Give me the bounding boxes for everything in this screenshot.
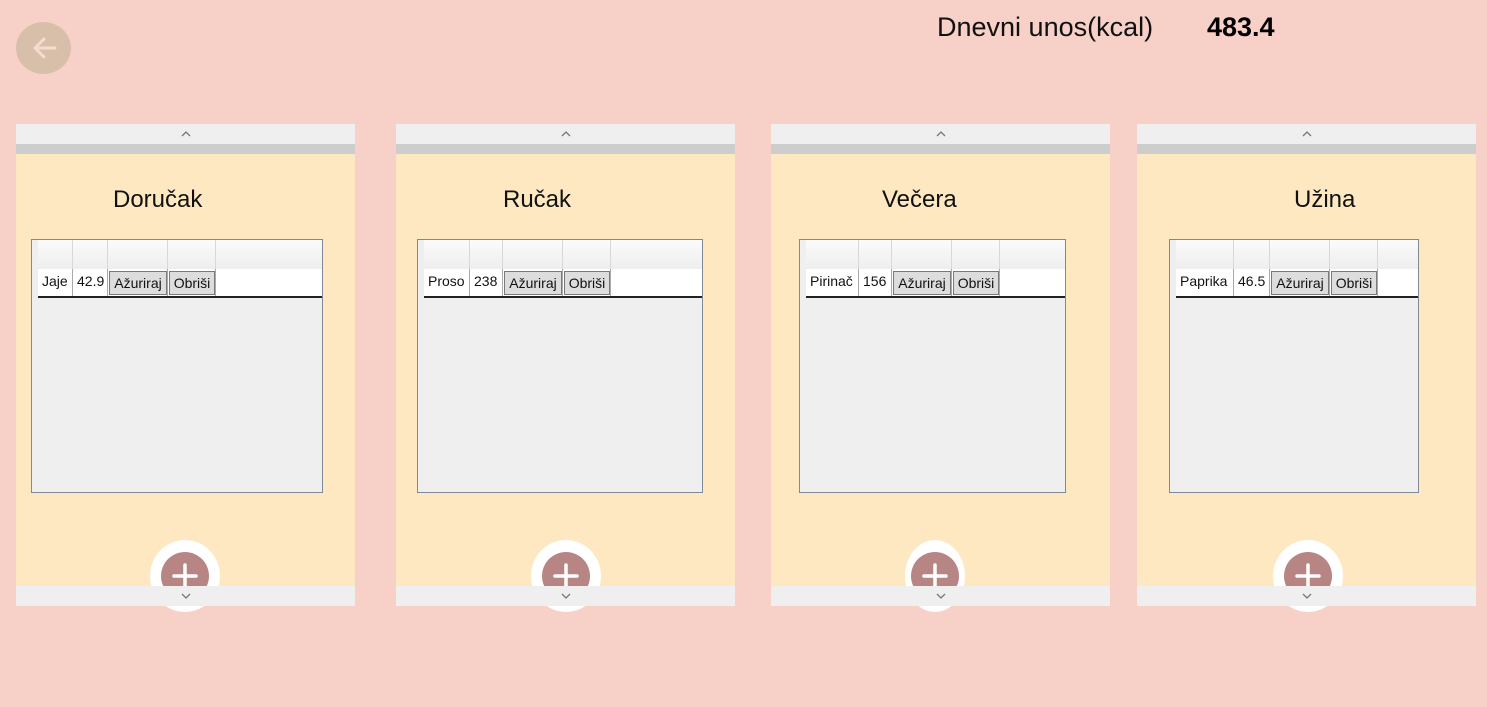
delete-button[interactable]: Obriši <box>564 271 610 295</box>
daily-intake-value: 483.4 <box>1207 12 1275 42</box>
kcal-cell: 238 <box>470 269 503 296</box>
scroll-up-button[interactable] <box>1137 124 1476 144</box>
table-row[interactable]: Jaje 42.9 Ažuriraj Obriši <box>38 269 322 298</box>
back-button[interactable] <box>16 22 71 74</box>
kcal-cell: 46.5 <box>1234 269 1270 296</box>
food-name-cell: Paprika <box>1176 269 1234 296</box>
chevron-up-icon <box>181 131 190 137</box>
scrollbar-track[interactable] <box>771 144 1110 154</box>
meal-content: Ručak Proso 238 Ažuriraj Obriši <box>396 154 735 612</box>
scroll-up-button[interactable] <box>16 124 355 144</box>
update-button[interactable]: Ažuriraj <box>504 271 562 295</box>
update-button[interactable]: Ažuriraj <box>109 271 167 295</box>
meal-title: Večera <box>882 186 957 213</box>
chevron-down-icon <box>561 593 570 599</box>
food-grid[interactable]: Pirinač 156 Ažuriraj Obriši <box>799 239 1066 493</box>
table-row[interactable]: Paprika 46.5 Ažuriraj Obriši <box>1176 269 1418 298</box>
scroll-up-button[interactable] <box>396 124 735 144</box>
food-grid[interactable]: Jaje 42.9 Ažuriraj Obriši <box>31 239 323 493</box>
scrollbar-track[interactable] <box>16 144 355 154</box>
chevron-down-icon <box>1302 593 1311 599</box>
kcal-cell: 156 <box>859 269 892 296</box>
scroll-up-button[interactable] <box>771 124 1110 144</box>
meal-title: Ručak <box>503 186 572 213</box>
grid-header <box>38 240 322 270</box>
food-name-cell: Jaje <box>38 269 73 296</box>
meal-content: Užina Paprika 46.5 Ažuriraj Obriši <box>1137 154 1476 612</box>
food-grid[interactable]: Paprika 46.5 Ažuriraj Obriši <box>1169 239 1419 493</box>
grid-header <box>424 240 702 270</box>
arrow-left-icon <box>33 37 56 59</box>
grid-header <box>806 240 1065 270</box>
scroll-down-button[interactable] <box>771 586 1110 606</box>
meal-panel-uzina: Užina Paprika 46.5 Ažuriraj Obriši <box>1137 124 1476 612</box>
delete-button[interactable]: Obriši <box>1331 271 1377 295</box>
daily-intake-label: Dnevni unos(kcal) <box>937 12 1154 42</box>
food-name-cell: Proso <box>424 269 470 296</box>
kcal-cell: 42.9 <box>73 269 108 296</box>
meal-title: Doručak <box>113 186 203 213</box>
delete-button[interactable]: Obriši <box>169 271 215 295</box>
food-name-cell: Pirinač <box>806 269 859 296</box>
meal-panel-rucak: Ručak Proso 238 Ažuriraj Obriši <box>396 124 735 612</box>
meal-panel-dorucak: Doručak Jaje 42.9 Ažuriraj Obriši <box>16 124 355 612</box>
update-button[interactable]: Ažuriraj <box>893 271 951 295</box>
chevron-down-icon <box>181 593 190 599</box>
scroll-down-button[interactable] <box>16 586 355 606</box>
delete-button[interactable]: Obriši <box>953 271 999 295</box>
meal-content: Doručak Jaje 42.9 Ažuriraj Obriši <box>16 154 355 612</box>
meal-content: Večera Pirinač 156 Ažuriraj Obriši <box>771 154 1110 612</box>
meal-title: Užina <box>1294 186 1356 213</box>
chevron-up-icon <box>936 131 945 137</box>
scrollbar-track[interactable] <box>1137 144 1476 154</box>
food-grid[interactable]: Proso 238 Ažuriraj Obriši <box>417 239 703 493</box>
scroll-down-button[interactable] <box>396 586 735 606</box>
scroll-down-button[interactable] <box>1137 586 1476 606</box>
table-row[interactable]: Pirinač 156 Ažuriraj Obriši <box>806 269 1065 298</box>
chevron-up-icon <box>561 131 570 137</box>
chevron-up-icon <box>1302 131 1311 137</box>
table-row[interactable]: Proso 238 Ažuriraj Obriši <box>424 269 702 298</box>
update-button[interactable]: Ažuriraj <box>1271 271 1329 295</box>
grid-header <box>1176 240 1418 270</box>
scrollbar-track[interactable] <box>396 144 735 154</box>
chevron-down-icon <box>936 593 945 599</box>
meal-panel-vecera: Večera Pirinač 156 Ažuriraj Obriši <box>771 124 1110 612</box>
